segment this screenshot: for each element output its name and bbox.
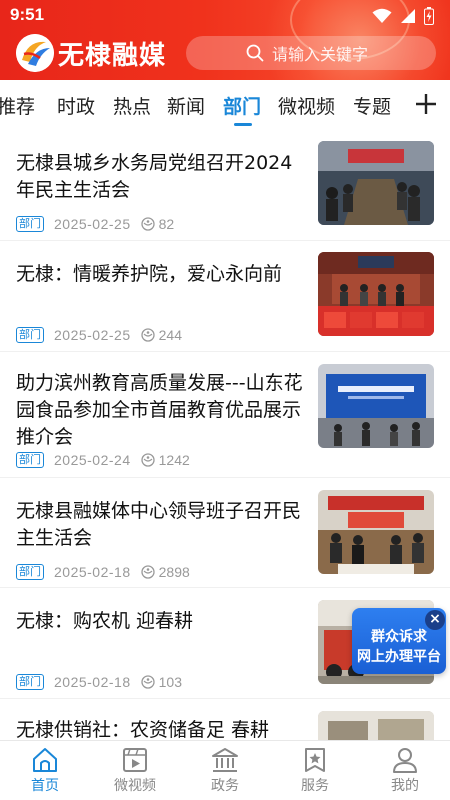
- view-count-value: 1242: [158, 452, 190, 468]
- view-count-value: 82: [158, 216, 175, 232]
- service-star-icon: [305, 748, 325, 772]
- view-count: 82: [140, 216, 175, 232]
- user-icon: [393, 748, 417, 773]
- news-item[interactable]: 助力滨州教育高质量发展---山东花园食品参加全市首届教育优品展示推介会 部门 2…: [0, 352, 450, 478]
- tab-news[interactable]: 新闻: [167, 92, 205, 119]
- news-date: 2025-02-18: [54, 674, 131, 690]
- app-name: 无棣融媒: [58, 40, 167, 71]
- tab-recommend[interactable]: 推荐: [0, 92, 35, 119]
- app-header: 9:51 无棣融媒 请输入关键字: [0, 0, 450, 80]
- news-item[interactable]: 无棣县城乡水务局党组召开2024年民主生活会 部门 2025-02-25 82: [0, 130, 450, 241]
- news-title: 助力滨州教育高质量发展---山东花园食品参加全市首届教育优品展示推介会: [16, 372, 303, 448]
- home-icon: [33, 748, 57, 772]
- tab-hot[interactable]: 热点: [113, 92, 151, 119]
- news-title: 无棣：情暖养护院，爱心永向前: [16, 263, 283, 285]
- view-count-value: 2898: [158, 564, 190, 580]
- add-tab-icon[interactable]: [412, 90, 440, 118]
- news-date: 2025-02-25: [54, 216, 131, 232]
- tab-special[interactable]: 专题: [353, 92, 391, 119]
- news-date: 2025-02-25: [54, 327, 131, 343]
- nav-government[interactable]: 政务: [180, 741, 270, 800]
- tab-department[interactable]: 部门: [223, 92, 261, 119]
- nav-service[interactable]: 服务: [270, 741, 360, 800]
- view-count: 103: [140, 674, 182, 690]
- view-count: 1242: [140, 452, 190, 468]
- news-thumbnail: [318, 364, 434, 448]
- category-tabs: 推荐 时政 热点 新闻 部门 微视频 专题: [0, 80, 450, 130]
- search-icon: [246, 44, 264, 62]
- news-date: 2025-02-24: [54, 452, 131, 468]
- news-item[interactable]: 无棣：情暖养护院，爱心永向前 部门 2025-02-25 244: [0, 241, 450, 352]
- status-bar: 9:51: [0, 0, 450, 30]
- app-logo: 无棣融媒: [16, 34, 166, 72]
- news-meta: 部门 2025-02-24 1242: [16, 450, 190, 470]
- news-item[interactable]: 无棣县融媒体中心领导班子召开民主生活会 部门 2025-02-18 2898: [0, 478, 450, 588]
- nav-service-label: 服务: [301, 778, 329, 794]
- news-date: 2025-02-18: [54, 564, 131, 580]
- bottom-navigation: 首页 微视频 政务 服务 我的: [0, 740, 450, 800]
- views-icon: [140, 675, 155, 689]
- category-badge: 部门: [16, 216, 44, 232]
- tab-micro-video[interactable]: 微视频: [278, 92, 335, 119]
- nav-home-label: 首页: [31, 778, 59, 794]
- category-badge: 部门: [16, 564, 44, 580]
- logo-mark-icon: [16, 34, 54, 72]
- battery-icon: [424, 7, 434, 25]
- nav-micro-video[interactable]: 微视频: [90, 741, 180, 800]
- status-time: 9:51: [10, 5, 45, 24]
- tab-politics[interactable]: 时政: [57, 92, 95, 119]
- category-badge: 部门: [16, 327, 44, 343]
- nav-micro-video-label: 微视频: [114, 778, 156, 794]
- view-count-value: 103: [158, 674, 182, 690]
- wifi-icon: [372, 8, 392, 23]
- nav-home[interactable]: 首页: [0, 741, 90, 800]
- news-meta: 部门 2025-02-18 103: [16, 672, 182, 692]
- news-meta: 部门 2025-02-25 82: [16, 214, 174, 234]
- nav-government-label: 政务: [211, 778, 239, 794]
- news-meta: 部门 2025-02-25 244: [16, 325, 182, 345]
- views-icon: [140, 328, 155, 342]
- search-placeholder: 请输入关键字: [272, 45, 369, 64]
- news-thumbnail: [318, 141, 434, 225]
- views-icon: [140, 453, 155, 467]
- signal-icon: [401, 9, 415, 23]
- banner-line-2: 网上办理平台: [357, 649, 441, 665]
- search-bar[interactable]: 请输入关键字: [186, 36, 436, 70]
- news-item[interactable]: 无棣供销社：农资储备足 春耕: [0, 699, 450, 740]
- views-icon: [140, 565, 155, 579]
- news-title: 无棣县融媒体中心领导班子召开民主生活会: [16, 500, 302, 549]
- nav-mine[interactable]: 我的: [360, 741, 450, 800]
- category-badge: 部门: [16, 452, 44, 468]
- view-count: 244: [140, 327, 182, 343]
- news-title: 无棣县城乡水务局党组召开2024年民主生活会: [16, 152, 293, 201]
- government-building-icon: [212, 748, 238, 772]
- news-title: 无棣供销社：农资储备足 春耕: [16, 719, 270, 740]
- view-count-value: 244: [158, 327, 182, 343]
- category-badge: 部门: [16, 674, 44, 690]
- news-meta: 部门 2025-02-18 2898: [16, 562, 190, 582]
- news-thumbnail: [318, 490, 434, 574]
- view-count: 2898: [140, 564, 190, 580]
- news-title: 无棣：购农机 迎春耕: [16, 610, 194, 632]
- news-thumbnail: [318, 711, 434, 740]
- news-thumbnail: [318, 252, 434, 336]
- video-icon: [123, 748, 147, 772]
- views-icon: [140, 217, 155, 231]
- close-banner-icon[interactable]: ×: [425, 610, 445, 630]
- nav-mine-label: 我的: [391, 778, 419, 794]
- active-tab-indicator: [234, 123, 252, 126]
